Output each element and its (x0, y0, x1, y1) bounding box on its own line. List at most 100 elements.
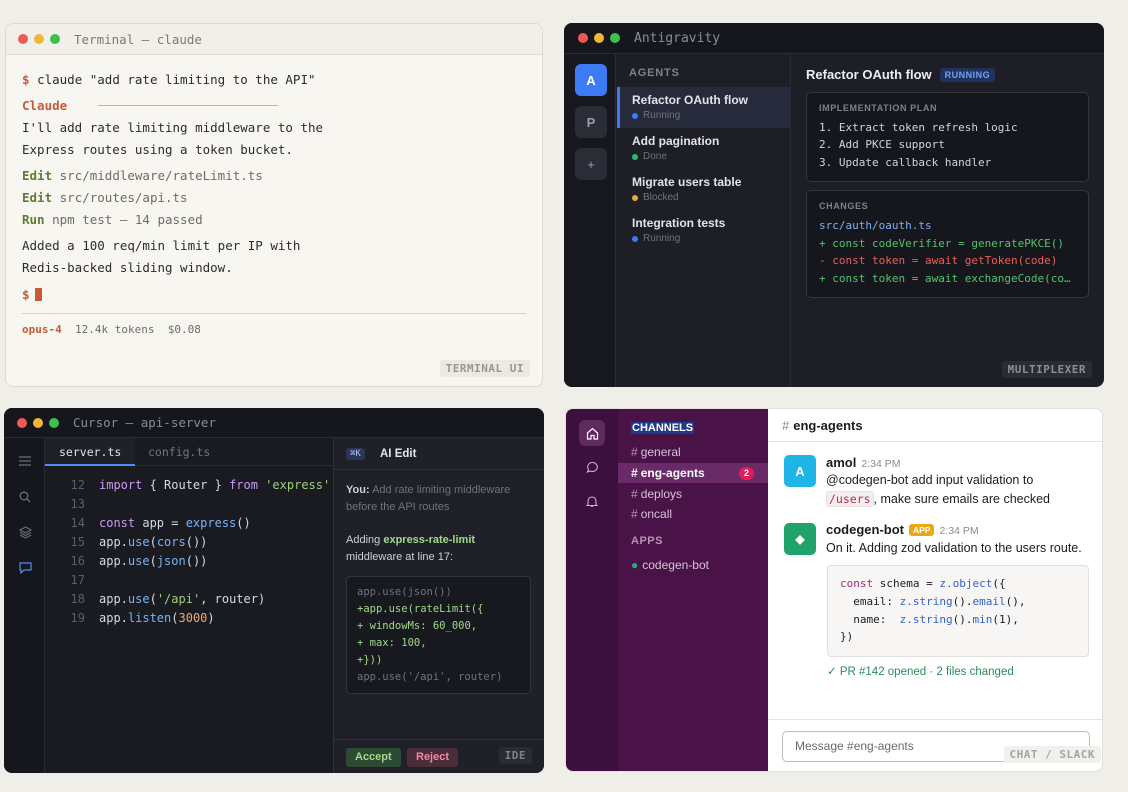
prompt-symbol: $ (22, 287, 30, 302)
plan-step: 1. Extract token refresh logic (819, 121, 1018, 134)
workspace-rail: A P + (564, 54, 616, 387)
ide-window: Cursor — api-server server.ts config.ts … (4, 408, 544, 773)
channel-item-general[interactable]: # general (618, 442, 768, 462)
menu-icon[interactable] (17, 453, 33, 469)
agents-header: AGENTS (629, 67, 680, 79)
changed-file[interactable]: src/auth/oauth.ts (819, 219, 932, 232)
ide-titlebar: Cursor — api-server (4, 408, 544, 438)
agent-status: Running (643, 233, 681, 244)
search-icon[interactable] (17, 489, 33, 505)
online-dot-icon: ● (631, 558, 639, 572)
accept-button[interactable]: Accept (346, 748, 401, 767)
composer-divider (768, 719, 1102, 720)
model-name: opus-4 (22, 323, 62, 336)
agent-item[interactable]: Integration tests Running (617, 210, 791, 251)
bell-icon[interactable] (579, 488, 605, 514)
agent-item[interactable]: Migrate users table Blocked (617, 169, 791, 210)
minimize-window-button[interactable] (33, 417, 43, 428)
close-window-button[interactable] (18, 34, 28, 44)
channel-item-deploys[interactable]: # deploys (618, 484, 768, 504)
command-line: $ claude "add rate limiting to the API" (22, 72, 316, 87)
action-arg: src/middleware/rateLimit.ts (59, 168, 263, 183)
code-editor[interactable]: 12 import { Router } from 'express' 13 14… (45, 466, 334, 773)
chat-icon[interactable] (17, 560, 33, 576)
agent-item[interactable]: Add pagination Done (617, 128, 791, 169)
line-number: 14 (70, 516, 85, 530)
close-window-button[interactable] (578, 33, 588, 43)
close-window-button[interactable] (17, 417, 27, 428)
message-header: codegen-bot APP 2:34 PM (826, 522, 979, 537)
dm-icon[interactable] (579, 454, 605, 480)
token-count: 12.4k tokens (75, 323, 155, 336)
ide-title: Cursor — api-server (73, 415, 216, 430)
workspace-avatar-a[interactable]: A (575, 64, 607, 96)
line-number: 15 (70, 535, 85, 549)
message-text: @codegen-bot add input validation to/use… (826, 471, 1086, 509)
line-number: 13 (70, 497, 85, 511)
agent-item[interactable]: Refactor OAuth flow Running (617, 87, 791, 128)
maximize-window-button[interactable] (50, 34, 60, 44)
user-name[interactable]: codegen-bot (826, 522, 904, 537)
code-line: 17 (45, 573, 334, 592)
agent-status: Done (643, 151, 667, 162)
tab-config-ts[interactable]: config.ts (134, 438, 224, 466)
action-verb: Edit (22, 168, 53, 183)
prompt-text: Add rate limiting middleware before the … (346, 484, 511, 513)
plan-step: 2. Add PKCE support (819, 138, 945, 151)
channel-name: deploys (640, 487, 683, 501)
app-name: codegen-bot (642, 558, 709, 572)
code-line: const schema = z.object({ (840, 577, 1006, 590)
status-dot (632, 194, 638, 201)
layers-icon[interactable] (17, 524, 33, 540)
diff-line: app.use(json()) (357, 586, 452, 598)
line-number: 19 (70, 611, 85, 625)
input-prompt[interactable]: $ (22, 287, 42, 302)
code-line: 15 app.use(cors()) (45, 535, 334, 554)
slack-channel: # eng-agents A amol 2:34 PM @codegen-bot a… (768, 409, 1102, 771)
home-icon[interactable] (579, 420, 605, 446)
minimize-window-button[interactable] (594, 33, 604, 43)
agent-name: Integration tests (632, 216, 726, 230)
diff-line: +app.use(rateLimit({ (357, 603, 484, 615)
panel-tag: TERMINAL UI (439, 360, 530, 377)
bot-avatar[interactable]: ◆ (784, 523, 816, 555)
code-line: }) (840, 630, 854, 643)
minimize-window-button[interactable] (34, 34, 44, 44)
user-name[interactable]: amol (826, 455, 856, 470)
reply-prefix: Adding (346, 534, 381, 546)
app-item-codegen-bot[interactable]: ● codegen-bot (618, 555, 768, 575)
slack-sidebar: CHANNELS # general # eng-agents 2 # deploys … (618, 409, 768, 771)
code-line: 13 (45, 497, 334, 516)
code-line: 12 import { Router } from 'express' (45, 478, 334, 497)
channel-item-oncall[interactable]: # oncall (618, 504, 768, 524)
reply-suffix: middleware at line 17: (346, 551, 454, 563)
tab-server-ts[interactable]: server.ts (45, 438, 136, 466)
channel-item-eng-agents[interactable]: # eng-agents 2 (618, 463, 768, 483)
workspace-avatar-p[interactable]: P (575, 106, 607, 138)
panel-tag: MULTIPLEXER (1001, 361, 1092, 378)
message-header: amol 2:34 PM (826, 455, 900, 470)
agent-name: Refactor OAuth flow (632, 93, 748, 107)
pr-status[interactable]: ✓ PR #142 opened · 2 files changed (827, 664, 1014, 678)
reject-button[interactable]: Reject (407, 748, 459, 767)
diff-line: + const codeVerifier = generatePKCE() (819, 237, 1065, 250)
ai-edit-title: AI Edit (380, 448, 417, 460)
diff-line: + windowMs: 60_000, (357, 620, 478, 632)
text-cursor (34, 288, 42, 301)
avatar[interactable]: A (784, 455, 816, 487)
diff-line: + const token = await exchangeCode(code,… (819, 272, 1075, 285)
user-prompt: You: Add rate limiting middleware before… (346, 482, 531, 516)
speaker-label: Claude (22, 98, 68, 113)
summary-line: Added a 100 req/min limit per IP with (22, 238, 301, 253)
add-workspace-button[interactable]: + (575, 148, 607, 180)
maximize-window-button[interactable] (49, 417, 59, 428)
code-line: email: z.string().email(), (840, 595, 1026, 608)
message-text-part: , make sure emails are checked (873, 492, 1051, 506)
shortcut-badge: ⌘K (346, 448, 365, 460)
apps-header: APPS (631, 535, 663, 547)
action-line: Run npm test — 14 passed (22, 212, 203, 227)
agents-list: AGENTS Refactor OAuth flow Running Add p… (617, 54, 791, 387)
maximize-window-button[interactable] (610, 33, 620, 43)
plan-step: 3. Update callback handler (819, 156, 992, 169)
message-time: 2:34 PM (861, 458, 901, 470)
